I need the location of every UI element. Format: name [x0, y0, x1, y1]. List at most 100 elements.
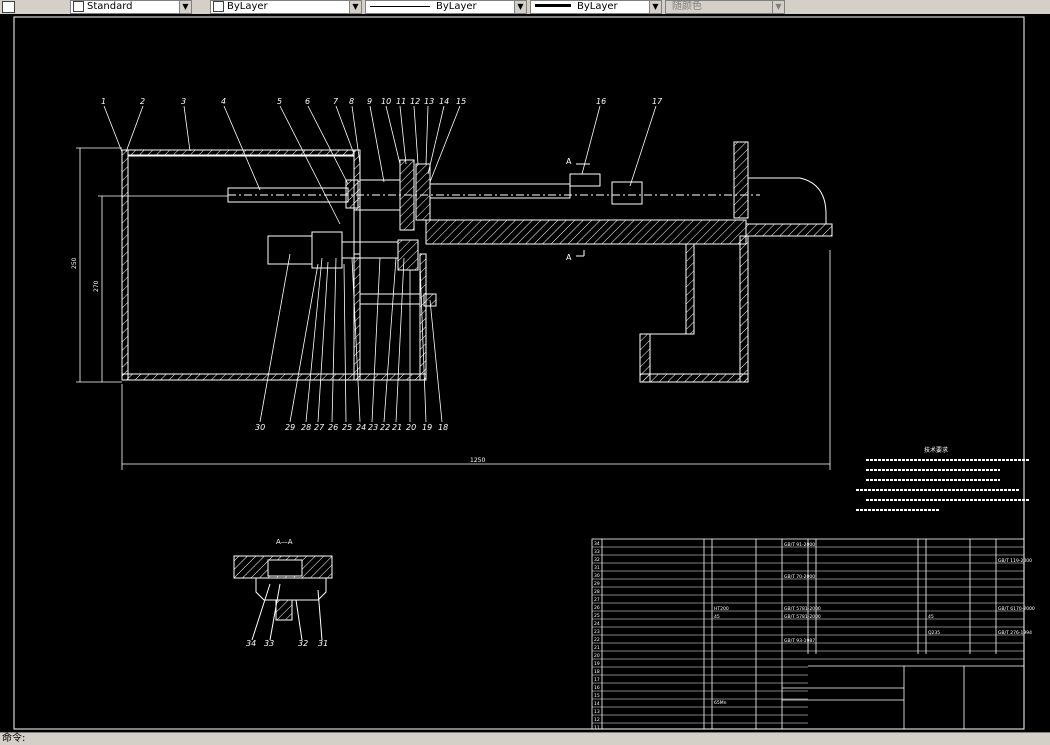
bom-material: HT200 — [714, 606, 729, 612]
part-number: 16 — [596, 97, 606, 106]
part-number: 26 — [328, 423, 338, 432]
bom-material: 45 — [714, 614, 720, 620]
bom-row-number: 28 — [594, 589, 600, 595]
chevron-down-icon[interactable]: ▼ — [349, 1, 361, 13]
part-number: 8 — [349, 97, 354, 106]
section-part-numbers: 34 33 32 31 — [246, 639, 328, 648]
part-number: 30 — [255, 423, 265, 432]
plotstyle-dropdown[interactable]: 随颜色 ▼ — [665, 0, 785, 14]
bom-row-number: 33 — [594, 549, 600, 555]
tech-req-title: 技术要求 — [924, 446, 948, 454]
part-number: 34 — [246, 639, 256, 648]
bom-row-number: 11 — [594, 725, 600, 731]
lineweight-dropdown[interactable]: ByLayer ▼ — [530, 0, 662, 14]
part-number: 21 — [392, 423, 402, 432]
bom-material: 65Mn — [714, 700, 727, 706]
section-markers: A A — [566, 157, 590, 262]
text-style-icon — [73, 1, 84, 12]
leaders-bottom — [259, 253, 443, 423]
plotstyle-value: 随颜色 — [672, 1, 702, 12]
bom-row-number: 24 — [594, 621, 600, 627]
bom-code: GB/T 91-2000 — [784, 542, 815, 548]
part-number: 14 — [439, 97, 449, 106]
bom-code: GB/T 5781-2000 — [784, 606, 821, 612]
bom-row-number: 20 — [594, 653, 600, 659]
part-number: 19 — [422, 423, 432, 432]
chevron-down-icon[interactable]: ▼ — [649, 1, 661, 13]
bill-of-materials — [591, 538, 1025, 730]
bom-row-number: 27 — [594, 597, 600, 603]
bom-row-number: 21 — [594, 645, 600, 651]
part-number: 3 — [181, 97, 186, 106]
part-number: 9 — [367, 97, 372, 106]
part-number: 27 — [314, 423, 325, 432]
bom-code: GB/T 119-2000 — [998, 558, 1032, 564]
bom-codes: GB/T 91-2000 GB/T 70-2000 GB/T 5781-2000… — [714, 542, 1035, 706]
bom-row-number: 18 — [594, 669, 600, 675]
layer-color-value: ByLayer — [227, 1, 268, 12]
bom-row-number: 23 — [594, 629, 600, 635]
command-prompt: 命令: — [2, 733, 26, 744]
part-number: 18 — [438, 423, 448, 432]
chevron-down-icon[interactable]: ▼ — [179, 1, 191, 13]
bom-row-number: 30 — [594, 573, 600, 579]
part-numbers: 1 2 3 4 5 6 7 8 9 10 11 12 13 14 15 16 1… — [101, 97, 663, 432]
chevron-down-icon[interactable]: ▼ — [772, 1, 784, 13]
part-number: 4 — [221, 97, 226, 106]
properties-toolbar: Standard ▼ ByLayer ▼ ByLayer ▼ ByLayer ▼… — [0, 0, 1050, 15]
part-number: 10 — [381, 97, 391, 106]
leaders-top — [103, 105, 657, 225]
section-label: A — [566, 253, 572, 262]
linetype-dropdown[interactable]: ByLayer ▼ — [365, 0, 527, 14]
bom-row-number: 29 — [594, 581, 600, 587]
text-style-value: Standard — [87, 1, 133, 12]
bom-row-number: 26 — [594, 605, 600, 611]
part-number: 32 — [298, 639, 308, 648]
support-arm — [425, 141, 833, 383]
section-title: A—A — [276, 538, 293, 546]
linetype-value: ByLayer — [436, 1, 477, 12]
part-number: 17 — [652, 97, 663, 106]
bom-row-number: 16 — [594, 685, 600, 691]
color-swatch-icon — [213, 1, 224, 12]
part-number: 22 — [380, 423, 390, 432]
chevron-down-icon[interactable]: ▼ — [514, 1, 526, 13]
bom-row-number: 19 — [594, 661, 600, 667]
bom-row-number: 31 — [594, 565, 600, 571]
drawing-frame — [13, 16, 1025, 730]
bom-code: GB/T 5781-2000 — [784, 614, 821, 620]
technical-requirements: 技术要求 — [856, 446, 1030, 511]
bom-material: Q235 — [928, 630, 940, 636]
bom-code: GB/T 70-2000 — [784, 574, 815, 580]
part-number: 28 — [301, 423, 311, 432]
part-number: 25 — [342, 423, 352, 432]
bom-row-number: 14 — [594, 701, 600, 707]
bom-material: 45 — [928, 614, 934, 620]
dim-overall-label: 1250 — [470, 457, 485, 464]
text-style-dropdown[interactable]: Standard ▼ — [70, 0, 192, 14]
bom-code: GB/T 276-1994 — [998, 630, 1032, 636]
section-label: A — [566, 157, 572, 166]
dim-height-label: 250 — [71, 257, 78, 269]
command-line[interactable]: 命令: — [0, 732, 1050, 745]
part-number: 31 — [318, 639, 328, 648]
part-number: 5 — [277, 97, 282, 106]
part-number: 7 — [333, 97, 339, 106]
part-number: 12 — [410, 97, 420, 106]
cad-drawing: 1250 250 270 1 2 3 4 5 6 7 8 9 10 11 12 … — [13, 16, 1035, 731]
part-number: 24 — [356, 423, 366, 432]
toolbar-grip-icon[interactable] — [2, 1, 15, 13]
bom-row-number: 34 — [594, 541, 600, 547]
part-number: 2 — [140, 97, 145, 106]
bom-code: GB/T 93-1987 — [784, 638, 815, 644]
bom-row-number: 15 — [594, 693, 600, 699]
linetype-preview — [370, 6, 430, 7]
part-number: 20 — [406, 423, 416, 432]
part-number: 1 — [101, 97, 106, 106]
bom-row-number: 17 — [594, 677, 600, 683]
bom-row-number: 22 — [594, 637, 600, 643]
dim-inner-label: 270 — [93, 280, 100, 292]
layer-color-dropdown[interactable]: ByLayer ▼ — [210, 0, 362, 14]
drawing-canvas[interactable]: 1250 250 270 1 2 3 4 5 6 7 8 9 10 11 12 … — [0, 14, 1050, 732]
bom-cells: 34 33 32 31 30 29 28 27 26 25 24 23 22 21 20 19 18 17 16 15… — [594, 541, 600, 731]
